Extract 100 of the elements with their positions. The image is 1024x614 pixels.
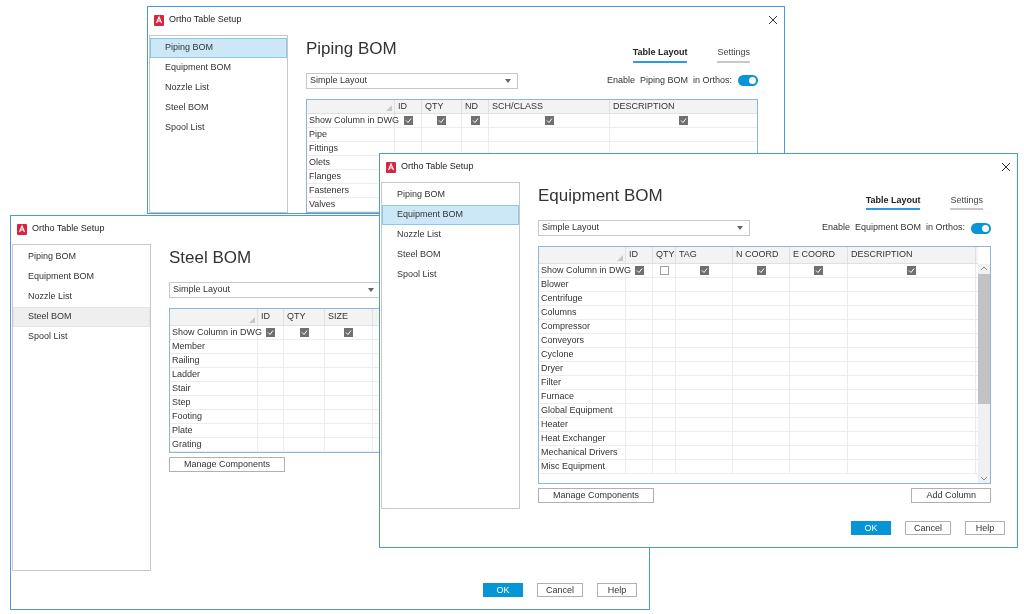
app-logo-icon — [154, 14, 164, 26]
toggle-label: in Orthos: — [926, 221, 965, 235]
checkbox[interactable] — [344, 328, 353, 337]
dialog-button[interactable]: Cancel — [537, 583, 583, 597]
window-title: Ortho Table Setup — [169, 13, 242, 27]
row-label: Pipe — [309, 127, 327, 141]
row-label: Stair — [172, 381, 191, 395]
checkbox[interactable] — [814, 266, 823, 275]
sidebar-item[interactable]: Equipment BOM — [382, 205, 519, 225]
column-header[interactable]: SCH/CLASS — [492, 99, 544, 113]
checkbox[interactable] — [403, 116, 413, 125]
toggle-switch[interactable] — [971, 222, 991, 234]
column-header[interactable]: QTY — [287, 310, 306, 324]
row-label: Fittings — [309, 141, 338, 155]
row-label: Show Column in DWG — [309, 113, 400, 127]
sidebar-item[interactable]: Steel BOM — [13, 307, 150, 327]
column-header[interactable]: N COORD — [736, 248, 779, 262]
tab[interactable]: Table Layout — [632, 46, 688, 63]
caret-icon — [505, 78, 511, 83]
app-logo-icon — [386, 161, 396, 173]
checkbox[interactable] — [634, 266, 644, 275]
tab[interactable]: Settings — [717, 46, 750, 63]
corner-triangle-icon — [386, 105, 392, 111]
layout-dropdown[interactable]: Simple Layout — [538, 220, 750, 236]
row-label: Ladder — [172, 367, 201, 381]
sidebar-item[interactable]: Steel BOM — [382, 245, 519, 265]
checkbox[interactable] — [679, 116, 688, 125]
column-header[interactable]: SIZE — [328, 310, 348, 324]
checkbox[interactable] — [907, 266, 916, 275]
dialog-button[interactable]: Cancel — [905, 521, 951, 535]
row-label: Furnace — [541, 389, 575, 403]
column-header[interactable]: E COORD — [793, 248, 835, 262]
layout-dropdown[interactable]: Simple Layout — [169, 282, 381, 298]
window-title: Ortho Table Setup — [401, 160, 474, 174]
checkbox[interactable] — [299, 328, 309, 337]
sidebar-item[interactable]: Equipment BOM — [150, 58, 287, 78]
toggle-label: Enable — [821, 221, 850, 235]
row-label: Show Column in DWG — [172, 325, 263, 339]
row-label: Olets — [309, 155, 330, 169]
sidebar-item[interactable]: Nozzle List — [150, 78, 287, 98]
page-heading: Equipment BOM — [538, 187, 663, 204]
column-header[interactable]: DESCRIPTION — [851, 248, 913, 262]
dialog-button[interactable]: Help — [965, 521, 1005, 535]
checkbox[interactable] — [699, 266, 709, 275]
column-header[interactable]: ID — [261, 310, 270, 324]
row-label: Fasteners — [309, 183, 350, 197]
toggle-label: Enable — [606, 73, 635, 87]
dialog-button[interactable]: Help — [597, 583, 637, 597]
tab[interactable]: Table Layout — [865, 193, 921, 210]
table-action-button[interactable]: Add Column — [911, 488, 991, 503]
checkbox[interactable] — [756, 266, 766, 275]
scrollbar[interactable] — [978, 264, 990, 483]
caret-icon — [737, 226, 743, 230]
checkbox[interactable] — [659, 266, 669, 275]
row-label: Mechanical Drivers — [541, 445, 618, 459]
checkbox[interactable] — [437, 116, 446, 125]
column-header[interactable]: TAG — [679, 248, 697, 262]
row-label: Heater — [541, 417, 568, 431]
column-header[interactable]: DESCRIPTION — [613, 99, 675, 113]
column-header[interactable]: ID — [629, 248, 638, 262]
page-heading: Steel BOM — [169, 249, 252, 266]
row-label: Heat Exchanger — [541, 431, 606, 445]
sidebar-item[interactable]: Nozzle List — [382, 225, 519, 245]
column-header[interactable]: QTY — [656, 248, 675, 262]
sidebar-item[interactable]: Piping BOM — [150, 38, 287, 58]
row-label: Global Equipment — [541, 403, 613, 417]
row-label: Columns — [541, 305, 577, 319]
scrollbar-thumb[interactable] — [978, 274, 990, 404]
row-label: Grating — [172, 437, 202, 451]
column-header[interactable]: ND — [465, 99, 478, 113]
table-action-button[interactable]: Manage Components — [169, 457, 286, 472]
checkbox[interactable] — [544, 116, 554, 125]
column-header[interactable]: ID — [398, 99, 407, 113]
sidebar-item[interactable]: Nozzle List — [13, 287, 150, 307]
sidebar-item[interactable]: Spool List — [382, 265, 519, 285]
tab[interactable]: Settings — [950, 193, 983, 210]
checkbox[interactable] — [266, 328, 275, 337]
row-label: Dryer — [541, 361, 563, 375]
layout-dropdown[interactable]: Simple Layout — [306, 72, 518, 89]
sidebar-item[interactable]: Spool List — [150, 118, 287, 138]
row-label: Railing — [172, 353, 200, 367]
column-header[interactable]: QTY — [425, 99, 444, 113]
corner-triangle-icon — [249, 317, 255, 323]
row-label: Filter — [541, 375, 561, 389]
row-label: Conveyors — [541, 333, 585, 347]
close-icon[interactable] — [1001, 162, 1011, 172]
window-title: Ortho Table Setup — [32, 222, 105, 236]
table-action-button[interactable]: Manage Components — [538, 488, 655, 503]
row-label: Show Column in DWG — [541, 263, 632, 277]
checkbox[interactable] — [470, 116, 480, 125]
sidebar-item[interactable]: Piping BOM — [382, 185, 519, 205]
sidebar-item[interactable]: Piping BOM — [13, 247, 150, 267]
sidebar-item[interactable]: Steel BOM — [150, 98, 287, 118]
row-label: Blower — [541, 277, 569, 291]
row-label: Member — [172, 339, 205, 353]
sidebar-item[interactable]: Spool List — [13, 327, 150, 347]
sidebar-item[interactable]: Equipment BOM — [13, 267, 150, 287]
row-label: Cyclone — [541, 347, 574, 361]
close-icon[interactable] — [768, 15, 778, 25]
toggle-switch[interactable] — [738, 75, 758, 86]
